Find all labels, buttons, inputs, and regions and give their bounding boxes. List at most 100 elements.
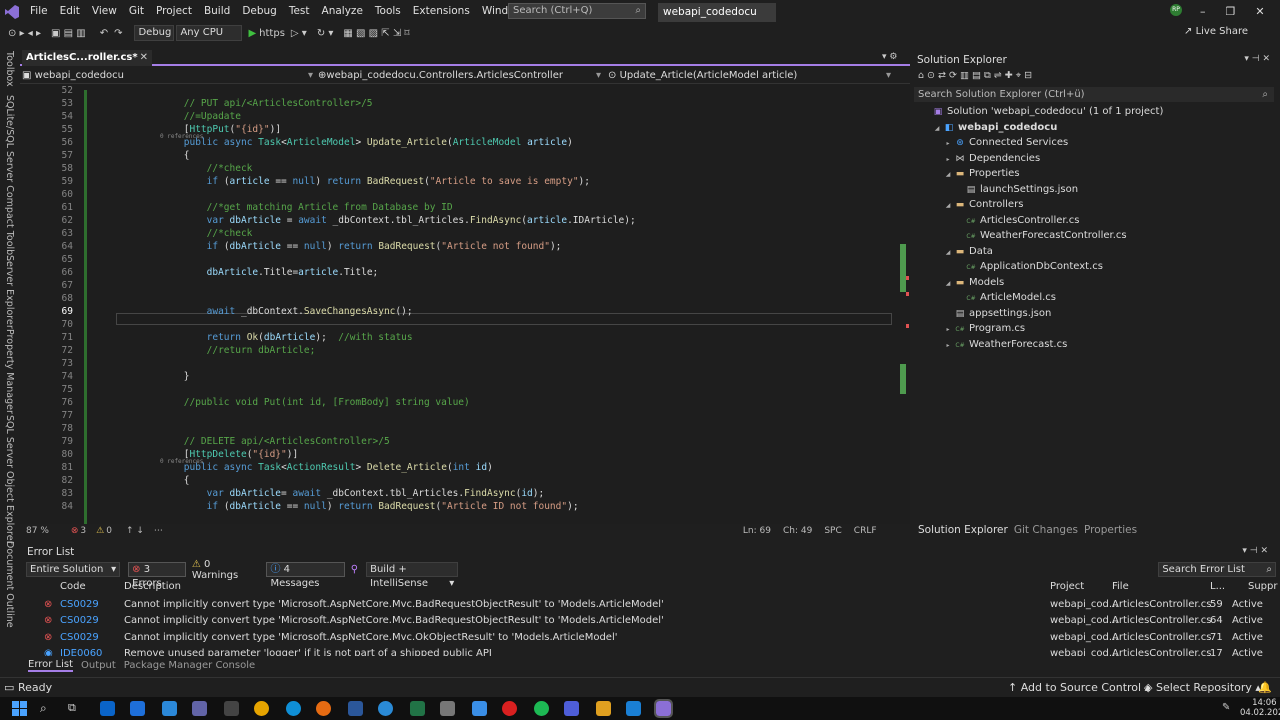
tree-item[interactable]: C# ArticleModel.cs [953,292,1056,303]
menu-item-extensions[interactable]: Extensions [407,0,476,23]
add-to-source-control-button[interactable]: ↑ Add to Source Control ▴ [1008,678,1150,698]
word-icon[interactable] [348,701,363,716]
expand-arrow-icon[interactable]: ▸ [942,342,954,349]
clock[interactable]: 14:06 04.02.2023 [1240,698,1280,718]
chrome-icon[interactable] [254,701,269,716]
nav-member-chevron-icon[interactable]: ▾ [886,68,891,84]
tree-item[interactable]: ◢ ▬ Data [942,246,993,257]
maximize-icon[interactable]: ❐ [1226,0,1236,23]
search-taskbar-icon[interactable]: ⌕ [40,701,55,716]
menu-item-build[interactable]: Build [198,0,236,23]
vscode-icon[interactable] [626,701,641,716]
refresh-icon[interactable]: ↻ ▾ [317,28,334,39]
tree-item[interactable]: ▸ ⊛ Connected Services [942,137,1068,148]
new-item-icon[interactable]: ▣ ▤ ▥ [51,28,86,39]
left-tab-4[interactable]: SQL Server Object Explorer [4,415,15,545]
file-explorer-icon[interactable] [596,701,611,716]
run-icon[interactable]: ▶ [248,28,256,39]
app-icon[interactable] [224,701,239,716]
menu-item-analyze[interactable]: Analyze [316,0,369,23]
warning-count[interactable]: 0 [106,526,112,536]
expand-arrow-icon[interactable]: ◢ [942,202,954,209]
tree-item[interactable]: C# ApplicationDbContext.cs [953,261,1103,272]
menu-item-edit[interactable]: Edit [54,0,86,23]
expand-arrow-icon[interactable]: ▸ [942,156,954,163]
cell-code[interactable]: CS0029 [60,613,99,629]
task-view-icon[interactable]: ⧉ [68,701,83,716]
column-header[interactable]: File [1112,581,1129,592]
health-icon[interactable]: ⋯ [154,526,163,536]
column-header[interactable]: Code [60,581,86,592]
tree-item[interactable]: ▸ C# WeatherForecast.cs [942,339,1067,350]
build-filter-dropdown[interactable]: Build + IntelliSense ▾ [366,562,459,589]
filter-toggle-icon[interactable]: ⚲ [351,564,358,575]
app-icon[interactable] [162,701,177,716]
expand-arrow-icon[interactable]: ▸ [942,326,954,333]
app-icon[interactable] [564,701,579,716]
tree-item[interactable]: ▤ appsettings.json [942,308,1052,319]
app-icon[interactable] [378,701,393,716]
close-tab-icon[interactable]: ✕ [140,50,148,66]
expand-arrow-icon[interactable]: ◢ [931,125,943,132]
left-tab-1[interactable]: SQLite/SQL Server Compact Toolb... [4,95,15,264]
firefox-icon[interactable] [316,701,331,716]
table-row[interactable]: ◉ IDE0060 Remove unused parameter 'logger'… [26,646,1276,656]
bottom-tab-0[interactable]: Error List [28,659,74,672]
menu-item-test[interactable]: Test [283,0,316,23]
table-row[interactable]: ⊗ CS0029 Cannot implicitly convert type 'M… [26,630,1276,646]
menu-item-tools[interactable]: Tools [369,0,407,23]
nav-class-dropdown[interactable]: ⊕webapi_codedocu.Controllers.ArticlesCon… [318,68,563,84]
close-icon[interactable]: ✕ [1255,0,1264,23]
windows-start-icon[interactable] [12,701,27,716]
search-box[interactable]: Search (Ctrl+Q) ⌕ [508,3,646,19]
run-without-debug-icon[interactable]: ▷ ▾ [291,28,307,39]
whitespace-mode[interactable]: SPC [824,526,841,536]
messages-filter-button[interactable]: ⓘ 4 Messages [266,562,345,589]
teams-icon[interactable] [192,701,207,716]
table-row[interactable]: ⊗ CS0029 Cannot implicitly convert type 'M… [26,613,1276,629]
nav-arrows-icon[interactable]: ↑ ↓ [126,526,144,536]
left-tab-0[interactable]: Toolbox [4,51,15,87]
tree-item[interactable]: C# WeatherForecastController.cs [953,230,1126,241]
nav-class-chevron-icon[interactable]: ▾ [596,68,601,84]
expand-arrow-icon[interactable]: ◢ [942,280,954,287]
se-tab-1[interactable]: Git Changes [1014,524,1078,536]
se-tab-0[interactable]: Solution Explorer [918,524,1008,536]
run-target-label[interactable]: https [259,28,285,39]
app-icon[interactable] [472,701,487,716]
live-share-button[interactable]: ↗ Live Share [1184,26,1248,37]
cell-code[interactable]: IDE0060 [60,646,102,656]
select-repository-button[interactable]: ◈ Select Repository ▴ [1144,678,1261,698]
edge-icon[interactable] [286,701,301,716]
solution-explorer-search[interactable]: Search Solution Explorer (Ctrl+ü) ⌕ [914,87,1274,102]
visual-studio-taskbar-icon[interactable] [654,699,673,718]
scope-dropdown[interactable]: Entire Solution ▾ [26,562,121,577]
error-count[interactable]: 3 [80,526,86,536]
warnings-filter-button[interactable]: ⚠ 0 Warnings [192,559,259,581]
error-list-search[interactable]: Search Error List ⌕ [1158,562,1276,577]
left-tab-5[interactable]: Document Outline [4,541,15,628]
left-tab-3[interactable]: Property Manager [4,329,15,414]
home-icon[interactable]: ⌂ ⊙ ⇄ ⟳ ▥ ▤ ⧉ ⇌ ✚ ⌖ ⊟ [918,70,1032,81]
visual-studio-logo-icon[interactable] [0,0,24,23]
back-forward-icon[interactable]: ⊙ ▸ ◂ ▸ [8,28,41,39]
tree-item[interactable]: ◢ ◧ webapi_codedocu [931,122,1058,133]
menu-item-view[interactable]: View [86,0,123,23]
spotify-icon[interactable] [534,701,549,716]
error-list-options-icon[interactable]: ▾ ⊣ ✕ [1242,546,1268,556]
menu-item-git[interactable]: Git [123,0,150,23]
menu-item-file[interactable]: File [24,0,54,23]
recorder-icon[interactable] [502,701,517,716]
tree-item[interactable]: ▸ C# Program.cs [942,323,1025,334]
app-icon[interactable] [440,701,455,716]
tree-item[interactable]: C# ArticlesController.cs [953,215,1079,226]
expand-arrow-icon[interactable]: ◢ [942,171,954,178]
tab-overflow-icon[interactable]: ▾ ⚙ [882,52,897,62]
codelens-references[interactable]: 0 references [160,133,203,140]
redo-icon[interactable]: ↷ [114,28,122,39]
app-icon[interactable] [130,701,145,716]
table-row[interactable]: ⊗ CS0029 Cannot implicitly convert type 'M… [26,597,1276,613]
configuration-dropdown[interactable]: Debug [134,25,175,41]
expand-arrow-icon[interactable]: ◢ [942,249,954,256]
column-header[interactable]: Description [124,581,181,592]
